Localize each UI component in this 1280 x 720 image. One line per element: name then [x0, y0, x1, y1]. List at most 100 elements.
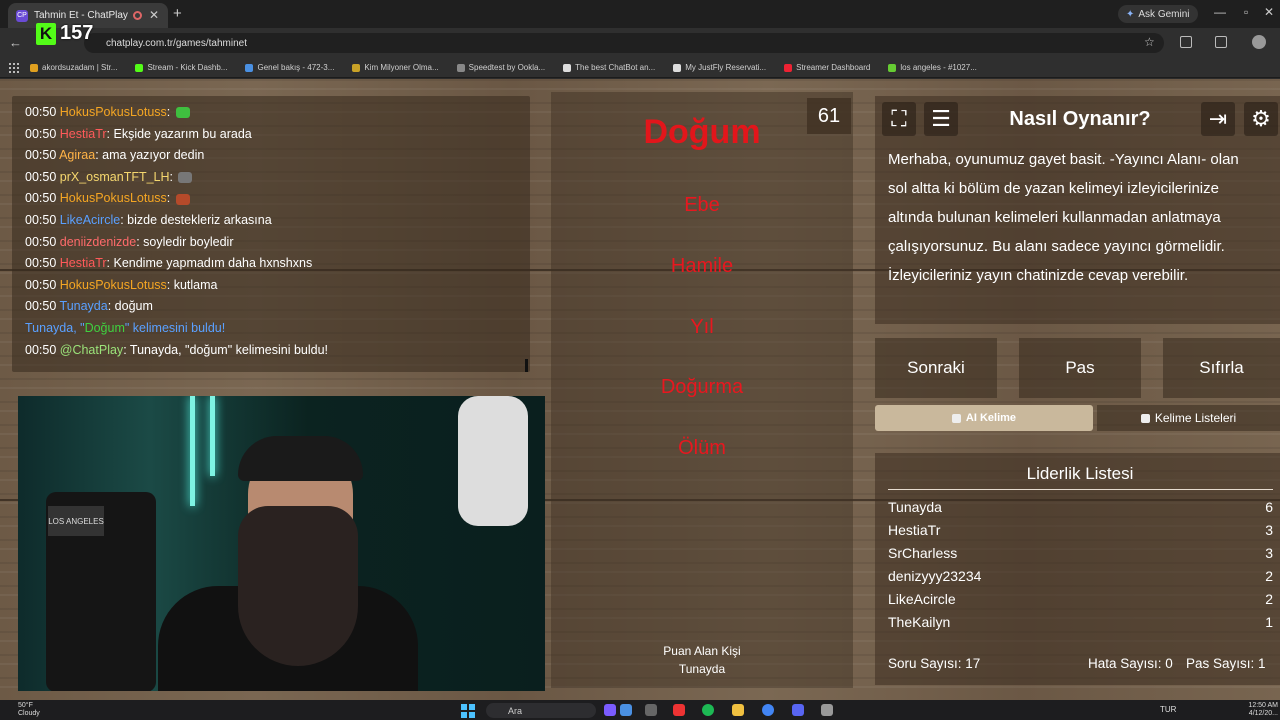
word-lists-label: Kelime Listeleri: [1154, 411, 1237, 425]
bookmark-label: My JustFly Reservati...: [685, 63, 767, 72]
recording-icon: [133, 11, 142, 20]
taboo-word: Ölüm: [678, 437, 726, 459]
word-found-announcement: Tunayda, "Doğum" kelimesini buldu!: [25, 318, 530, 340]
bookmark-label: Stream - Kick Dashb...: [147, 63, 228, 72]
extensions-icon[interactable]: [1180, 36, 1192, 48]
leaderboard-name: SrCharless: [888, 545, 958, 561]
chat-timestamp: 00:50: [25, 299, 57, 314]
chat-scrollbar[interactable]: [525, 359, 528, 372]
maximize-icon[interactable]: ▫: [1244, 5, 1248, 19]
weather-condition: Cloudy: [18, 710, 40, 717]
bookmark-item[interactable]: los angeles - #1027...: [888, 63, 977, 72]
leaderboard-score: 3: [1265, 545, 1273, 561]
scorer-label: Puan Alan Kişi: [663, 644, 741, 658]
clock-time: 12:50 AM: [1248, 702, 1278, 709]
chat-emote-icon: [175, 193, 190, 205]
bookmark-item[interactable]: Streamer Dashboard: [784, 63, 870, 72]
rules-document-icon[interactable]: ☰: [924, 102, 958, 136]
leaderboard-name: TheKailyn: [888, 614, 951, 630]
clock-date: 4/12/20...: [1248, 710, 1278, 717]
leaderboard-name: LikeAcircle: [888, 591, 956, 607]
sidebar-icon[interactable]: [1215, 36, 1227, 48]
weather-widget[interactable]: 50°F Cloudy: [18, 702, 40, 718]
chat-username[interactable]: deniizdenizde: [60, 235, 136, 249]
taskview-app-icon[interactable]: [645, 704, 657, 716]
minimize-icon[interactable]: —: [1214, 5, 1226, 19]
obs-app-icon[interactable]: [821, 704, 833, 716]
leaderboard-score: 2: [1265, 591, 1273, 607]
bookmark-star-icon[interactable]: ☆: [1144, 35, 1155, 49]
chat-text: Ekşide yazarım bu arada: [113, 126, 252, 141]
bookmark-item[interactable]: Kim Milyoner Olma...: [352, 63, 439, 72]
kick-viewer-overlay: K 157: [36, 22, 93, 45]
chat-username[interactable]: LikeAcircle: [60, 213, 120, 227]
chat-message: 00:50 prX_osmanTFT_LH:: [25, 167, 530, 189]
leaderboard-score: 3: [1265, 522, 1273, 538]
leaderboard-row: LikeAcircle 2: [888, 591, 1273, 614]
chrome-app-icon[interactable]: [762, 704, 774, 716]
chat-text: Tunayda, "doğum" kelimesini buldu!: [129, 342, 329, 357]
bookmark-item[interactable]: Speedtest by Ookla...: [456, 63, 545, 72]
leaderboard-divider: [888, 489, 1273, 490]
chat-message: 00:50 Tunayda: doğum: [25, 299, 153, 314]
new-tab-icon[interactable]: +: [173, 5, 182, 22]
chat-username[interactable]: prX_osmanTFT_LH: [60, 170, 170, 184]
windows-taskbar: 50°F Cloudy Ara TUR 12:50 AM 4/12/20...: [0, 700, 1280, 720]
chat-username[interactable]: HestiaTr: [60, 127, 107, 141]
error-count: Hata Sayısı: 0: [1088, 656, 1173, 671]
bookmark-item[interactable]: My JustFly Reservati...: [673, 63, 766, 72]
reset-button[interactable]: Sıfırla: [1163, 338, 1280, 398]
taskbar-search[interactable]: Ara: [486, 703, 596, 718]
bookmark-label: los angeles - #1027...: [900, 63, 977, 72]
fullscreen-icon[interactable]: ⛶: [882, 102, 916, 136]
microphone-arm: [458, 396, 528, 526]
profile-avatar[interactable]: [1252, 35, 1266, 49]
spotify-app-icon[interactable]: [702, 704, 714, 716]
ai-word-button[interactable]: AI Kelime: [875, 405, 1093, 431]
chat-username[interactable]: Tunayda: [60, 299, 108, 313]
chat-username[interactable]: @ChatPlay: [60, 343, 123, 357]
input-language[interactable]: TUR: [1160, 705, 1176, 714]
pass-button[interactable]: Pas: [1019, 338, 1141, 398]
chat-username[interactable]: HokusPokusLotuss: [60, 105, 167, 119]
bookmark-item[interactable]: The best ChatBot an...: [563, 63, 655, 72]
chat-username[interactable]: HokusPokusLotuss: [60, 191, 167, 205]
how-to-play-text: Merhaba, oyunumuz gayet basit. -Yayıncı …: [888, 151, 1239, 284]
discord-app-icon[interactable]: [792, 704, 804, 716]
settings-gear-icon[interactable]: ⚙: [1244, 102, 1278, 136]
tab-title: Tahmin Et - ChatPlay: [34, 10, 128, 21]
browser-app-icon[interactable]: [620, 704, 632, 716]
url-field[interactable]: chatplay.com.tr/games/tahminet: [84, 33, 1164, 53]
chat-timestamp: 00:50: [25, 256, 57, 271]
exit-icon[interactable]: ⇥: [1201, 102, 1235, 136]
recorder-app-icon[interactable]: [673, 704, 685, 716]
leaderboard-row: denizyyy23234 2: [888, 568, 1273, 591]
apps-grid-icon[interactable]: [9, 63, 19, 73]
bookmark-item[interactable]: Stream - Kick Dashb...: [135, 63, 227, 72]
system-clock[interactable]: 12:50 AM 4/12/20...: [1248, 702, 1278, 718]
word-lists-button[interactable]: Kelime Listeleri: [1097, 405, 1280, 431]
chat-username[interactable]: Agiraa: [59, 148, 95, 162]
leaderboard-score: 6: [1265, 499, 1273, 515]
chat-text: ama yazıyor dedin: [102, 148, 205, 163]
tab-close-icon[interactable]: ✕: [149, 8, 159, 22]
bookmark-label: akordsuzadam | Str...: [42, 63, 118, 72]
bookmark-item[interactable]: Genel bakış - 472-3...: [245, 63, 334, 72]
windows-start-icon[interactable]: [461, 704, 475, 718]
back-arrow-icon[interactable]: ←: [9, 35, 22, 50]
chat-message: 00:50 LikeAcircle: bizde destekleriz ark…: [25, 212, 272, 227]
chat-timestamp: 00:50: [25, 212, 57, 227]
chat-emote-icon: [178, 171, 193, 183]
chat-username[interactable]: HestiaTr: [60, 256, 107, 270]
chat-timestamp: 00:50: [25, 234, 57, 249]
bookmark-item[interactable]: akordsuzadam | Str...: [30, 63, 117, 72]
chat-username[interactable]: HokusPokusLotuss: [60, 278, 167, 292]
file-explorer-icon[interactable]: [732, 704, 744, 716]
ask-gemini-button[interactable]: ✦ Ask Gemini: [1118, 5, 1198, 23]
bookmark-favicon-icon: [135, 63, 144, 72]
gemini-icon: ✦: [1126, 8, 1135, 20]
bookmark-favicon-icon: [888, 63, 897, 72]
window-close-icon[interactable]: ✕: [1264, 5, 1274, 19]
copilot-app-icon[interactable]: [604, 704, 616, 716]
next-button[interactable]: Sonraki: [875, 338, 997, 398]
